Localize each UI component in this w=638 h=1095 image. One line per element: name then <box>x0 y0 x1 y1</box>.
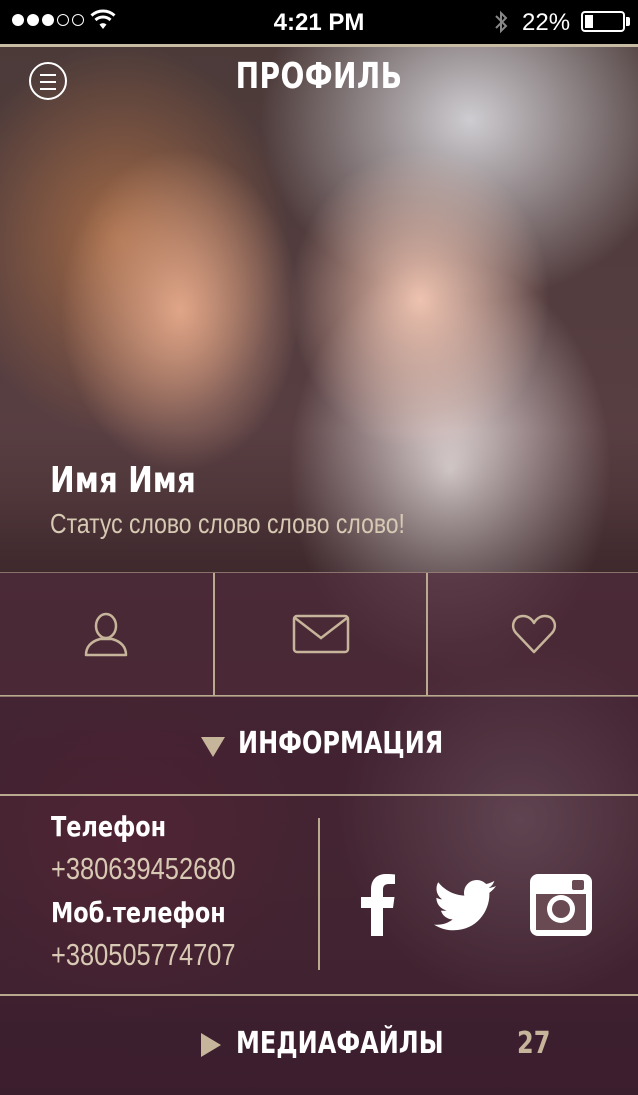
caret-right-icon <box>201 1033 221 1057</box>
facebook-icon[interactable] <box>347 872 413 938</box>
user-icon <box>84 612 128 657</box>
profile-status: Статус слово слово слово слово! <box>50 508 405 539</box>
photo-shade <box>0 430 638 572</box>
profile-screen: 4:21 PM 22% ПРОФИЛЬ Имя Имя Статус слово… <box>0 0 638 1095</box>
battery-nub <box>626 17 630 26</box>
twitter-icon[interactable] <box>432 872 498 938</box>
message-action-button[interactable] <box>213 573 427 695</box>
info-divider <box>318 818 320 970</box>
media-count-badge: 27 <box>517 1026 551 1061</box>
menu-line <box>40 81 56 83</box>
caret-down-icon <box>201 737 225 757</box>
media-section-toggle[interactable]: МЕДИАФАЙЛЫ 27 <box>0 994 638 1095</box>
battery-fill <box>585 15 593 28</box>
status-bar: 4:21 PM 22% <box>0 0 638 44</box>
info-section-toggle[interactable]: ИНФОРМАЦИЯ <box>0 696 638 796</box>
info-section-label: ИНФОРМАЦИЯ <box>238 726 444 761</box>
mobile-value[interactable]: +380505774707 <box>51 937 236 973</box>
heart-icon <box>511 614 557 654</box>
menu-line <box>40 88 56 90</box>
phone-label: Телефон <box>51 810 167 843</box>
phone-value[interactable]: +380639452680 <box>51 851 236 887</box>
media-section-label: МЕДИАФАЙЛЫ <box>236 1026 444 1061</box>
page-title: ПРОФИЛЬ <box>235 56 403 97</box>
profile-name: Имя Имя <box>50 460 196 501</box>
action-bar <box>0 572 638 697</box>
menu-icon[interactable] <box>29 62 67 100</box>
instagram-icon[interactable] <box>528 872 594 938</box>
profile-action-button[interactable] <box>0 573 212 695</box>
mail-icon <box>292 614 350 654</box>
bluetooth-icon <box>495 10 508 34</box>
mobile-label: Моб.телефон <box>51 896 226 929</box>
battery-percent: 22% <box>522 9 571 36</box>
favorite-action-button[interactable] <box>426 573 638 695</box>
menu-line <box>40 74 56 76</box>
status-divider <box>0 44 638 47</box>
battery-icon <box>581 11 625 32</box>
